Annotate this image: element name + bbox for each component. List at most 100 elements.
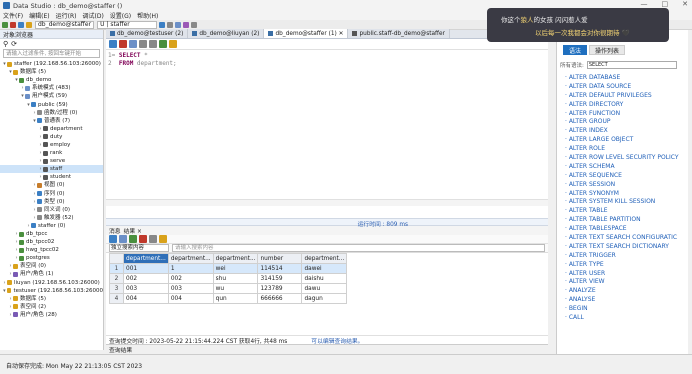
column-header[interactable]: number xyxy=(257,253,303,264)
table-cell[interactable]: 666666 xyxy=(257,293,303,304)
column-header[interactable]: department... xyxy=(212,253,259,264)
table-cell[interactable]: 003 xyxy=(167,283,214,294)
tree-item[interactable]: › student xyxy=(0,173,103,181)
syntax-select[interactable]: SELECT xyxy=(586,61,677,69)
tree-item[interactable]: › staffer (0) xyxy=(0,222,103,230)
search-icon[interactable]: ⚲ xyxy=(3,40,8,48)
table-cell[interactable]: wei xyxy=(212,263,259,274)
tree-item[interactable]: › 触发器 (52) xyxy=(0,214,103,222)
stop-icon[interactable] xyxy=(119,40,127,48)
tree-item[interactable]: › 序列 (0) xyxy=(0,190,103,198)
connection-select[interactable]: db_demo@staffer xyxy=(35,20,95,29)
tab-liuyan[interactable]: db_demo@liuyan (2) xyxy=(188,29,265,38)
run-icon[interactable] xyxy=(109,40,117,48)
syntax-keyword-item[interactable]: · BEGIN xyxy=(557,305,688,314)
table-row[interactable]: 3 003 003 wu 123789 dawu xyxy=(109,283,348,294)
table-cell[interactable]: 114514 xyxy=(257,263,303,274)
table-cell[interactable]: 003 xyxy=(123,283,169,294)
disconnect-icon[interactable] xyxy=(10,21,16,28)
tree-item[interactable]: › 函数/过程 (0) xyxy=(0,109,103,117)
new-connection-icon[interactable] xyxy=(2,21,8,28)
result-search-input[interactable]: 请输入搜索内容 xyxy=(172,244,545,252)
tree-item[interactable]: › postgres xyxy=(0,254,103,262)
menu-edit[interactable]: 编辑(E) xyxy=(29,11,49,20)
tab-staff-table[interactable]: public.staff-db_demo@staffer xyxy=(348,29,450,38)
tree-item[interactable]: ▾ public (59) xyxy=(0,100,103,108)
table-cell[interactable]: daishu xyxy=(301,273,348,284)
syntax-keyword-item[interactable]: · ALTER ROLE xyxy=(557,145,688,154)
save-changes-icon[interactable] xyxy=(149,235,157,243)
save-icon[interactable] xyxy=(26,21,32,28)
tree-item[interactable]: › db_tpcc xyxy=(0,230,103,238)
table-cell[interactable]: 004 xyxy=(167,293,214,304)
tab-testuser[interactable]: db_demo@testuser (2) xyxy=(106,29,189,38)
stop-icon[interactable] xyxy=(167,21,174,28)
table-cell[interactable]: shu xyxy=(212,273,259,284)
syntax-keyword-item[interactable]: · ALTER SEQUENCE xyxy=(557,172,688,181)
menu-run[interactable]: 运行(R) xyxy=(56,11,77,20)
tree-item[interactable]: › liuyan (192.168.56.103:26000) xyxy=(0,279,103,287)
tree-item[interactable]: › employ xyxy=(0,141,103,149)
tab-staffer[interactable]: db_demo@staffer (1) ✕ xyxy=(264,29,349,38)
table-cell[interactable]: 314159 xyxy=(257,273,303,284)
syntax-keyword-item[interactable]: · ALTER SCHEMA xyxy=(557,163,688,172)
syntax-keyword-item[interactable]: · ALTER TRIGGER xyxy=(557,252,688,261)
menu-settings[interactable]: 设置(G) xyxy=(110,11,131,20)
table-row[interactable]: 2 002 002 shu 314159 daishu xyxy=(109,273,348,284)
column-header[interactable]: department... xyxy=(301,253,348,264)
tree-item[interactable]: ▾ 数据库 (5) xyxy=(0,68,103,76)
syntax-keyword-item[interactable]: · ALTER TABLE xyxy=(557,207,688,216)
syntax-keyword-item[interactable]: · ALTER ROW LEVEL SECURITY POLICY xyxy=(557,154,688,163)
comment-icon[interactable] xyxy=(169,40,177,48)
syntax-keyword-item[interactable]: · ALTER SESSION xyxy=(557,181,688,190)
tab-messages[interactable]: 消息 xyxy=(109,226,121,235)
syntax-keyword-item[interactable]: · ALTER TABLESPACE xyxy=(557,225,688,234)
tree-item[interactable]: › 数据库 (5) xyxy=(0,295,103,303)
tree-item[interactable]: ▾ db_demo xyxy=(0,76,103,84)
editor-horizontal-scrollbar[interactable] xyxy=(106,199,548,206)
menu-file[interactable]: 文件(F) xyxy=(3,11,23,20)
table-cell[interactable]: wu xyxy=(212,283,259,294)
open-icon[interactable] xyxy=(18,21,24,28)
syntax-keyword-item[interactable]: · ALTER VIEW xyxy=(557,278,688,287)
export-icon[interactable] xyxy=(109,235,117,243)
tree-item[interactable]: › duty xyxy=(0,133,103,141)
format-sql-icon[interactable] xyxy=(159,40,167,48)
close-window-button[interactable]: ✕ xyxy=(682,0,688,8)
copy-icon[interactable] xyxy=(119,235,127,243)
table-cell[interactable]: 1 xyxy=(167,263,214,274)
syntax-keyword-item[interactable]: · ALTER GROUP xyxy=(557,118,688,127)
navigator-filter-input[interactable]: 请输入过滤条件, 按回车键开始 xyxy=(3,49,100,58)
table-cell[interactable]: 002 xyxy=(167,273,214,284)
tab-syntax[interactable]: 语法 xyxy=(563,45,588,55)
tab-operations[interactable]: 操作列表 xyxy=(589,45,626,55)
refresh-icon[interactable]: ⟳ xyxy=(11,40,17,48)
table-cell[interactable]: dawu xyxy=(301,283,348,294)
tree-item[interactable]: › department xyxy=(0,125,103,133)
rollback-icon[interactable] xyxy=(149,40,157,48)
tree-item[interactable]: ▾ 普通表 (7) xyxy=(0,117,103,125)
tree-item[interactable]: › 表空间 (2) xyxy=(0,303,103,311)
table-cell[interactable]: 004 xyxy=(123,293,169,304)
debug-icon[interactable] xyxy=(183,21,190,28)
table-row[interactable]: 4 004 004 qun 666666 dagun xyxy=(109,293,348,304)
table-cell[interactable]: 123789 xyxy=(257,283,303,294)
commit-icon[interactable] xyxy=(139,40,147,48)
search-scope-select[interactable]: 独立搜索内容 xyxy=(109,244,169,252)
table-cell[interactable]: dagun xyxy=(301,293,348,304)
tree-item[interactable]: › 类型 (0) xyxy=(0,198,103,206)
syntax-keyword-item[interactable]: · ALTER SYSTEM KILL SESSION xyxy=(557,198,688,207)
column-header[interactable]: department... xyxy=(123,253,169,264)
syntax-keyword-item[interactable]: · ALTER TEXT SEARCH DICTIONARY xyxy=(557,243,688,252)
menu-help[interactable]: 帮助(H) xyxy=(137,11,158,20)
maximize-button[interactable]: □ xyxy=(662,0,669,8)
settings-icon[interactable] xyxy=(191,21,198,28)
tree-item[interactable]: › staff xyxy=(0,165,103,174)
tree-item[interactable]: › 同义词 (0) xyxy=(0,206,103,214)
syntax-keyword-item[interactable]: · ALTER SYNONYM xyxy=(557,190,688,199)
table-cell[interactable]: qun xyxy=(212,293,259,304)
table-row[interactable]: 1 001 1 wei 114514 dawei xyxy=(109,263,348,274)
table-cell[interactable]: 002 xyxy=(123,273,169,284)
syntax-keyword-item[interactable]: · ALTER FUNCTION xyxy=(557,110,688,119)
syntax-keyword-item[interactable]: · ALTER DIRECTORY xyxy=(557,101,688,110)
